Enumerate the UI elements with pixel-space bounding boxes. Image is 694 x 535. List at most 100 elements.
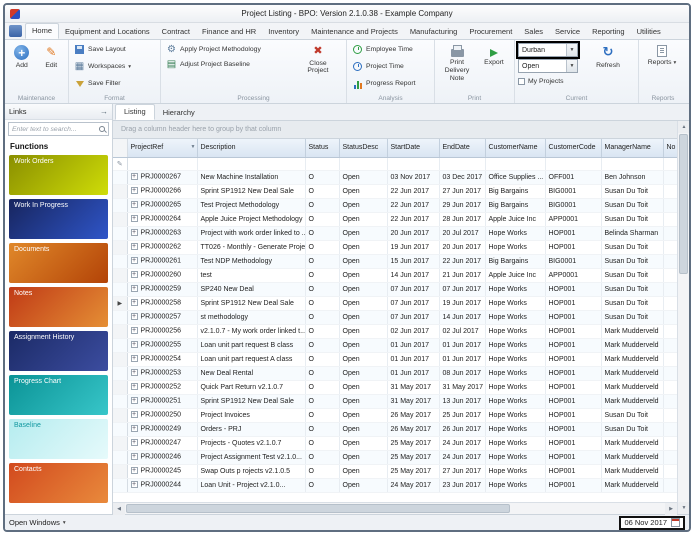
filter-cell-desc[interactable]: [197, 157, 306, 171]
function-tile-work-orders[interactable]: Work Orders: [9, 155, 108, 195]
refresh-button[interactable]: ↻ Refresh: [588, 42, 628, 92]
filter-cell-cust[interactable]: [485, 157, 546, 171]
scroll-right-icon[interactable]: ▶: [665, 503, 677, 515]
my-projects-checkbox[interactable]: My Projects: [518, 75, 586, 88]
function-tile-assignment-history[interactable]: Assignment History: [9, 331, 108, 371]
expand-row-icon[interactable]: +: [130, 439, 138, 447]
tab-hierarchy[interactable]: Hierarchy: [155, 106, 203, 120]
function-tile-documents[interactable]: Documents: [9, 243, 108, 283]
table-row[interactable]: + PRJ0000246 Project Assignment Test v2.1.…: [113, 450, 677, 465]
table-row[interactable]: + PRJ0000250 Project Invoices O Open 26 May 2…: [113, 408, 677, 423]
date-picker[interactable]: 06 Nov 2017: [619, 515, 685, 530]
expand-row-icon[interactable]: +: [130, 271, 138, 279]
expand-row-icon[interactable]: +: [130, 467, 138, 475]
expand-row-icon[interactable]: +: [130, 411, 138, 419]
column-header-statusdesc[interactable]: StatusDesc: [339, 139, 388, 158]
expand-row-icon[interactable]: +: [130, 481, 138, 489]
reports-button[interactable]: Reports ▾: [642, 42, 682, 92]
horizontal-scroll-thumb[interactable]: [126, 504, 510, 513]
vertical-scrollbar[interactable]: ▲ ▼: [677, 121, 689, 514]
expand-row-icon[interactable]: +: [130, 369, 138, 377]
expand-row-icon[interactable]: +: [130, 299, 138, 307]
expand-row-icon[interactable]: +: [130, 355, 138, 363]
expand-row-icon[interactable]: +: [130, 229, 138, 237]
horizontal-scrollbar[interactable]: ◀ ▶: [113, 502, 677, 515]
column-header-enddate[interactable]: EndDate: [439, 139, 486, 158]
save-filter-button[interactable]: Save Filter: [72, 76, 157, 91]
filter-dropdown-icon[interactable]: ▼: [191, 144, 196, 150]
column-header-projectref[interactable]: ProjectRef ▼: [127, 139, 198, 158]
table-row[interactable]: + PRJ0000264 Apple Juice Project Methodolo…: [113, 212, 677, 227]
table-row[interactable]: + PRJ0000244 Loan Unit - Project v2.1.0...…: [113, 478, 677, 493]
filter-cell-code[interactable]: [545, 157, 602, 171]
table-row[interactable]: + PRJ0000252 Quick Part Return v2.1.0.7 O Op…: [113, 380, 677, 395]
site-select[interactable]: Durban ▼: [516, 41, 580, 59]
expand-row-icon[interactable]: +: [130, 201, 138, 209]
table-row[interactable]: + PRJ0000247 Projects - Quotes v2.1.0.7 O Op…: [113, 436, 677, 451]
function-tile-baseline[interactable]: Baseline: [9, 419, 108, 459]
filter-cell-start[interactable]: [387, 157, 440, 171]
table-row[interactable]: + PRJ0000249 Orders - PRJ O Open 26 May 2017 2…: [113, 422, 677, 437]
table-row[interactable]: + PRJ0000266 Sprint SP1912 New Deal Sale O O…: [113, 184, 677, 199]
filter-cell-end[interactable]: [439, 157, 486, 171]
column-header-status[interactable]: Status: [305, 139, 340, 158]
scroll-left-icon[interactable]: ◀: [113, 503, 125, 515]
column-header-managername[interactable]: ManagerName: [601, 139, 664, 158]
function-tile-notes[interactable]: Notes: [9, 287, 108, 327]
expand-row-icon[interactable]: +: [130, 341, 138, 349]
table-row[interactable]: + PRJ0000265 Test Project Methodology O Open…: [113, 198, 677, 213]
apply-project-methodology-button[interactable]: ⚙ Apply Project Methodology: [164, 42, 296, 57]
column-header-customername[interactable]: CustomerName: [485, 139, 546, 158]
chevron-down-icon[interactable]: ▼: [566, 44, 577, 56]
ribbon-tab-sales[interactable]: Sales: [518, 25, 549, 39]
column-header-description[interactable]: Description: [197, 139, 306, 158]
filter-cell-ref[interactable]: [127, 157, 198, 171]
collapse-panel-icon[interactable]: →: [100, 107, 108, 116]
ribbon-tab-manufacturing[interactable]: Manufacturing: [404, 25, 464, 39]
chevron-down-icon[interactable]: ▼: [566, 60, 577, 72]
table-row[interactable]: + PRJ0000260 test O Open 14 Jun 2017 21 Jun 20…: [113, 268, 677, 283]
filter-cell-status[interactable]: [305, 157, 340, 171]
filter-cell-mgr[interactable]: [601, 157, 664, 171]
open-windows-button[interactable]: Open Windows ▾: [9, 518, 66, 527]
expand-row-icon[interactable]: +: [130, 243, 138, 251]
tab-listing[interactable]: Listing: [115, 104, 155, 120]
expand-row-icon[interactable]: +: [130, 187, 138, 195]
column-header-customercode[interactable]: CustomerCode: [545, 139, 602, 158]
expand-row-icon[interactable]: +: [130, 453, 138, 461]
expand-row-icon[interactable]: +: [130, 173, 138, 181]
table-row[interactable]: + PRJ0000253 New Deal Rental O Open 01 Jun 20…: [113, 366, 677, 381]
add-button[interactable]: + Add: [8, 42, 36, 92]
expand-row-icon[interactable]: +: [130, 285, 138, 293]
function-tile-progress-chart[interactable]: Progress Chart: [9, 375, 108, 415]
vertical-scroll-thumb[interactable]: [679, 134, 688, 274]
print-delivery-note-button[interactable]: Print Delivery Note: [438, 42, 476, 92]
ribbon-tab-service[interactable]: Service: [549, 25, 586, 39]
adjust-project-baseline-button[interactable]: ▤ Adjust Project Baseline: [164, 57, 296, 72]
application-menu-icon[interactable]: [9, 25, 22, 37]
expand-row-icon[interactable]: +: [130, 383, 138, 391]
ribbon-tab-home[interactable]: Home: [25, 23, 60, 39]
expand-row-icon[interactable]: +: [130, 215, 138, 223]
function-tile-work-in-progress[interactable]: Work In Progress: [9, 199, 108, 239]
table-row[interactable]: + PRJ0000245 Swap Outs p rojects v2.1.0.5 O…: [113, 464, 677, 479]
table-row[interactable]: + PRJ0000255 Loan unit part request B clas…: [113, 338, 677, 353]
edit-button[interactable]: ✎ Edit: [38, 42, 66, 92]
status-select[interactable]: Open ▼: [518, 59, 578, 73]
expand-row-icon[interactable]: +: [130, 425, 138, 433]
column-header-startdate[interactable]: StartDate: [387, 139, 440, 158]
table-row[interactable]: + PRJ0000263 Project with work order linke…: [113, 226, 677, 241]
scroll-up-icon[interactable]: ▲: [678, 121, 689, 133]
ribbon-tab-contract[interactable]: Contract: [156, 25, 196, 39]
ribbon-tab-utilities[interactable]: Utilities: [631, 25, 667, 39]
scroll-down-icon[interactable]: ▼: [678, 502, 689, 514]
table-row[interactable]: + PRJ0000251 Sprint SP1912 New Deal Sale O O…: [113, 394, 677, 409]
table-row[interactable]: + PRJ0000256 v2.1.0.7 - My work order link…: [113, 324, 677, 339]
ribbon-tab-procurement[interactable]: Procurement: [463, 25, 518, 39]
workspaces-button[interactable]: ▦ Workspaces ▾: [72, 59, 157, 74]
ribbon-tab-finance-and-hr[interactable]: Finance and HR: [196, 25, 262, 39]
table-row[interactable]: + PRJ0000259 SP240 New Deal O Open 07 Jun 201…: [113, 282, 677, 297]
ribbon-tab-reporting[interactable]: Reporting: [586, 25, 631, 39]
search-input[interactable]: [12, 125, 99, 133]
expand-row-icon[interactable]: +: [130, 327, 138, 335]
